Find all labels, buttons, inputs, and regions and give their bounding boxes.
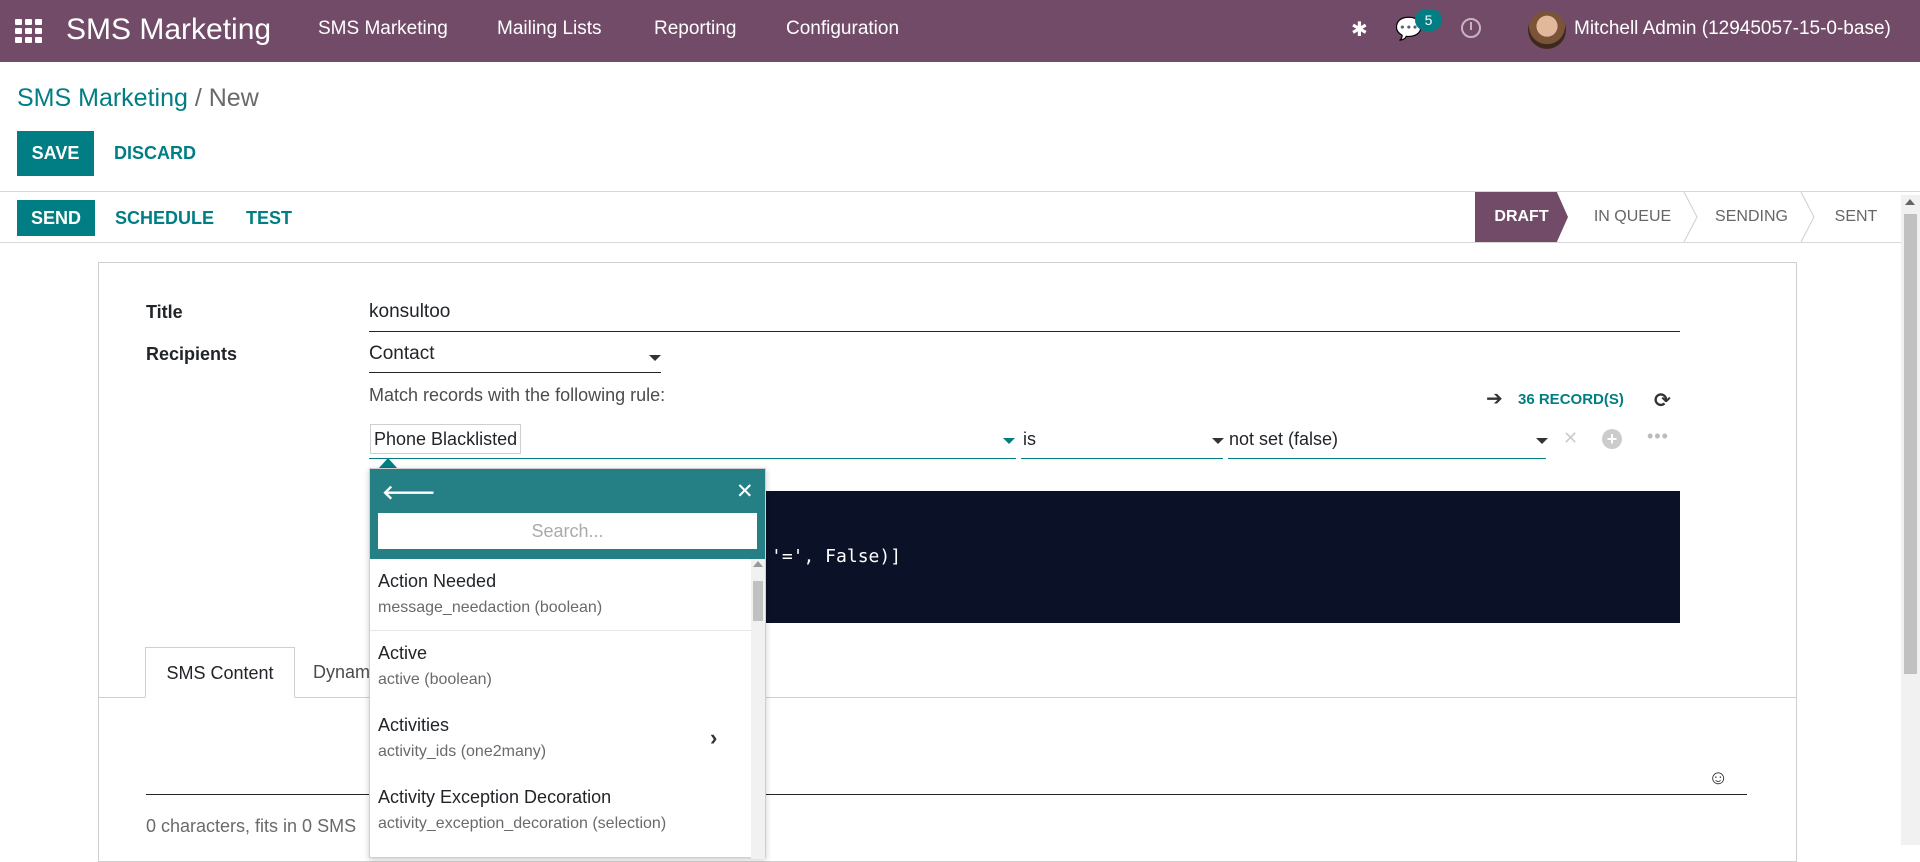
field-list: Action Needed message_needaction (boolea… [370,559,765,859]
chevron-down-icon [1003,438,1015,444]
test-button[interactable]: TEST [246,208,292,229]
chevron-right-icon[interactable]: › [710,725,717,751]
tab-sms-content[interactable]: SMS Content [145,647,295,698]
rule-operator-select[interactable]: is [1021,423,1224,459]
field-item-label: Activity Exception Decoration [378,787,612,807]
recipients-select[interactable]: Contact [369,343,661,373]
field-item-technical: active (boolean) [378,671,492,688]
emoji-smiley-icon[interactable]: ☺ [1708,767,1728,790]
breadcrumb-parent-link[interactable]: SMS Marketing [17,84,188,112]
chevron-down-icon [649,355,661,361]
breadcrumb-separator: / [187,84,209,112]
refresh-icon[interactable]: ⟳ [1654,388,1671,413]
scrollbar-thumb[interactable] [753,581,763,621]
menu-configuration[interactable]: Configuration [786,18,899,40]
page-scrollbar[interactable] [1901,195,1920,845]
rule-operator-value: is [1023,429,1036,449]
field-item-technical: activity_exception_decoration (selection… [378,815,667,832]
add-rule-icon[interactable]: + [1602,429,1622,449]
scrollbar-thumb[interactable] [1904,214,1917,674]
top-navbar: SMS Marketing SMS Marketing Mailing List… [0,0,1920,62]
tabs-divider [98,697,1797,698]
field-list-scrollbar[interactable] [751,559,765,859]
field-item-label: Active [378,643,428,663]
apps-menu-icon[interactable] [15,19,42,43]
field-item-action-needed[interactable]: Action Needed message_needaction (boolea… [370,559,755,631]
field-item-label: Action Needed [378,571,497,591]
field-item-activity-exception-decoration[interactable]: Activity Exception Decoration activity_e… [370,775,755,847]
scroll-up-arrow-icon[interactable] [753,561,763,567]
rule-value-select[interactable]: not set (false) [1228,423,1548,459]
rule-field-selector[interactable]: Phone Blacklisted [369,423,1016,459]
delete-rule-icon[interactable]: ✕ [1563,428,1578,449]
field-selector-popover: 🡐 ✕ Action Needed message_needaction (bo… [369,468,766,859]
messages-count-badge: 5 [1415,9,1442,31]
title-field[interactable]: konsultoo [369,301,1680,332]
records-count-link[interactable]: 36 RECORD(S) [1518,391,1624,408]
close-icon[interactable]: ✕ [736,479,754,504]
stage-in-queue: IN QUEUE [1593,208,1672,225]
field-item-technical: message_needaction (boolean) [378,599,603,616]
chevron-down-icon [1212,438,1224,444]
send-button[interactable]: SEND [17,200,95,236]
back-arrow-icon[interactable]: 🡐 [382,480,436,505]
app-brand[interactable]: SMS Marketing [66,13,271,47]
discard-button[interactable]: DISCARD [114,143,196,164]
field-item-technical: activity_ids (one2many) [378,743,547,760]
chevron-down-icon [1536,438,1548,444]
tab-dynamic-placeholder[interactable]: Dynam [313,662,370,683]
domain-code-text: '=', False)] [771,546,902,567]
breadcrumb-current: New [208,84,259,112]
stage-chevron-separator [1800,192,1815,242]
recipients-label: Recipients [146,344,238,364]
field-item-activities[interactable]: Activities activity_ids (one2many) › [370,703,755,775]
stage-chevron-separator [1683,192,1698,242]
menu-sms-marketing[interactable]: SMS Marketing [318,18,448,40]
menu-reporting[interactable]: Reporting [654,18,736,40]
field-item-active[interactable]: Active active (boolean) [370,631,755,703]
arrow-right-icon: ➔ [1486,388,1503,410]
rule-field-value: Phone Blacklisted [370,424,522,454]
field-item-label: Activities [378,715,450,735]
menu-mailing-lists[interactable]: Mailing Lists [497,18,602,40]
form-statusbar: SEND SCHEDULE TEST DRAFT IN QUEUE SENDIN… [0,192,1920,243]
activity-clock-icon[interactable] [1461,18,1481,38]
stage-sent: SENT [1834,208,1878,225]
save-button[interactable]: SAVE [17,131,94,176]
debug-bug-icon[interactable]: ✱ [1351,17,1368,42]
more-options-icon[interactable]: ••• [1647,426,1669,447]
field-search-input[interactable] [378,513,757,549]
user-menu[interactable]: Mitchell Admin (12945057-15-0-base) [1574,18,1891,40]
sms-char-info: 0 characters, fits in 0 SMS [146,816,357,836]
rule-value-value: not set (false) [1229,429,1339,449]
recipients-value: Contact [369,343,435,364]
title-label: Title [146,302,183,322]
match-rule-text: Match records with the following rule: [369,385,666,405]
user-avatar[interactable] [1528,11,1566,49]
schedule-button[interactable]: SCHEDULE [115,208,214,229]
breadcrumb: SMS Marketing / New [17,84,259,113]
popover-header: 🡐 ✕ [370,469,765,559]
scroll-up-arrow-icon[interactable] [1905,199,1915,205]
stage-sending: SENDING [1715,208,1788,225]
stage-draft: DRAFT [1475,192,1568,242]
